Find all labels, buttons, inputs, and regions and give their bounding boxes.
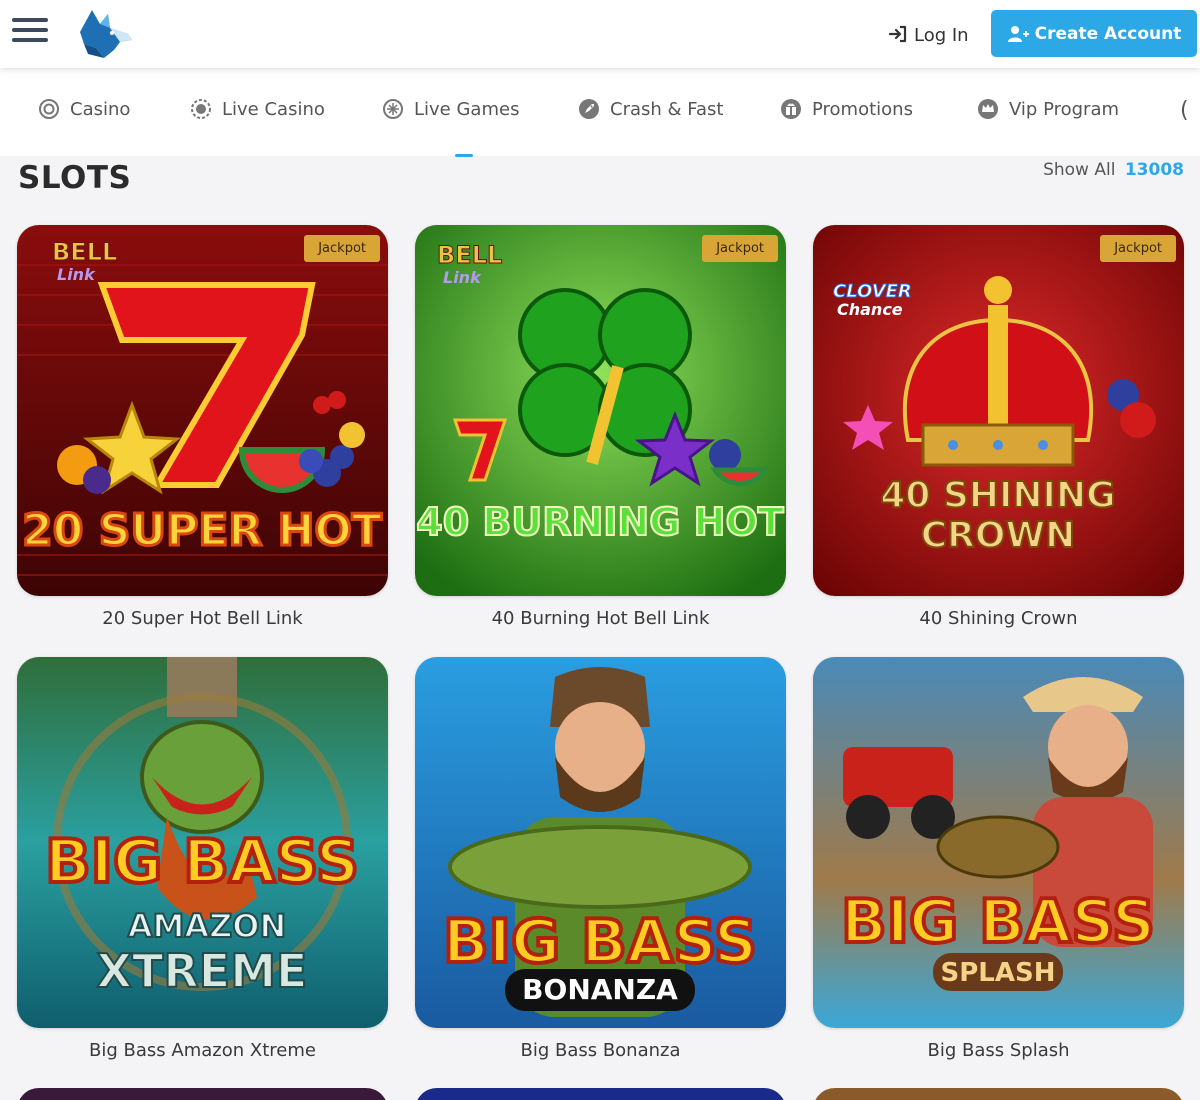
slot-art-fish-icon: BIG BASS AMAZON XTREME — [17, 657, 388, 1028]
game-thumbnail[interactable]: BELL Link 40 BURNING HOT Jackpot — [415, 225, 786, 596]
svg-text:BELL: BELL — [437, 241, 502, 269]
svg-text:BIG BASS: BIG BASS — [841, 887, 1155, 957]
svg-text:40 BURNING HOT: 40 BURNING HOT — [416, 500, 783, 544]
game-card[interactable]: BIG BASS SPLASH Big Bass Splash — [813, 657, 1184, 1061]
nav-item-casino[interactable]: Casino — [38, 98, 130, 120]
game-card[interactable]: BELL Link 40 BURNING HOT Jackpot 40 Burn… — [415, 225, 786, 629]
create-account-button[interactable]: Create Account — [991, 10, 1197, 57]
show-all-label: Show All — [1043, 160, 1116, 180]
jackpot-badge: Jackpot — [1100, 235, 1176, 262]
svg-text:BONANZA: BONANZA — [522, 973, 678, 1006]
svg-text:Link: Link — [443, 268, 482, 287]
login-button[interactable]: Log In — [888, 22, 969, 48]
svg-text:AMAZON: AMAZON — [128, 907, 287, 945]
nav-label: Live Casino — [222, 98, 325, 120]
show-all-count: 13008 — [1124, 160, 1184, 180]
game-card[interactable]: CLOVER Chance 40 SHINING CROWN Jackpot 4… — [813, 225, 1184, 629]
game-card-partial[interactable] — [813, 1088, 1184, 1100]
game-title: Big Bass Splash — [927, 1040, 1070, 1061]
svg-text:Link: Link — [57, 265, 96, 284]
top-header: Log In Create Account — [0, 0, 1200, 68]
nav-item-promotions[interactable]: Promotions — [780, 98, 913, 120]
slot-art-seven-icon: BELL Link 20 SUPER HOT — [17, 225, 388, 596]
category-nav: Casino Live Casino Live Games Crash & Fa… — [0, 68, 1200, 157]
game-card[interactable]: BIG BASS AMAZON XTREME Big Bass Amazon X… — [17, 657, 388, 1061]
login-label: Log In — [914, 24, 969, 46]
login-icon — [888, 25, 907, 43]
nav-label: Casino — [70, 98, 131, 120]
svg-text:CROWN: CROWN — [921, 515, 1076, 556]
game-thumbnail[interactable]: CLOVER Chance 40 SHINING CROWN Jackpot — [813, 225, 1184, 596]
nav-label: Live Games — [414, 98, 520, 120]
jackpot-badge: Jackpot — [304, 235, 380, 262]
game-card[interactable]: BIG BASS BONANZA Big Bass Bonanza — [415, 657, 786, 1061]
add-user-icon — [1007, 25, 1029, 42]
slot-art-clover-icon: BELL Link 40 BURNING HOT — [415, 225, 786, 596]
nav-label: Promotions — [812, 98, 913, 120]
svg-text:BELL: BELL — [52, 238, 117, 266]
svg-text:BIG BASS: BIG BASS — [443, 907, 757, 977]
game-card-partial[interactable] — [415, 1088, 786, 1100]
create-account-label: Create Account — [1034, 23, 1182, 44]
game-title: 40 Shining Crown — [919, 608, 1078, 629]
svg-text:XTREME: XTREME — [97, 944, 308, 998]
show-all-link[interactable]: Show All 13008 — [1043, 160, 1184, 180]
game-title: 20 Super Hot Bell Link — [102, 608, 303, 629]
slot-art-cowboy-icon: BIG BASS SPLASH — [813, 657, 1184, 1028]
crown-icon — [978, 99, 998, 119]
game-thumbnail[interactable]: BIG BASS BONANZA — [415, 657, 786, 1028]
section-title: SLOTS — [18, 160, 132, 196]
nav-label: Crash & Fast — [610, 98, 724, 120]
nav-item-vip-program[interactable]: Vip Program — [977, 98, 1119, 120]
game-title: Big Bass Bonanza — [520, 1040, 681, 1061]
nav-item-live-casino[interactable]: Live Casino — [190, 98, 325, 120]
casino-chip-icon — [39, 99, 59, 119]
gift-icon — [781, 99, 801, 119]
nav-active-indicator — [455, 154, 473, 157]
slot-art-crown-icon: CLOVER Chance 40 SHINING CROWN — [813, 225, 1184, 596]
svg-text:BIG BASS: BIG BASS — [45, 827, 359, 897]
svg-text:SPLASH: SPLASH — [941, 958, 1056, 988]
jackpot-badge: Jackpot — [702, 235, 778, 262]
wolf-logo-icon[interactable] — [74, 4, 138, 62]
game-title: Big Bass Amazon Xtreme — [89, 1040, 316, 1061]
live-casino-icon — [191, 99, 211, 119]
game-card-partial[interactable] — [17, 1088, 388, 1100]
nav-item-live-games[interactable]: Live Games — [382, 98, 519, 120]
game-thumbnail[interactable]: BELL Link 20 SUPER HOT Jackpot — [17, 225, 388, 596]
nav-item-crash-fast[interactable]: Crash & Fast — [578, 98, 723, 120]
game-thumbnail[interactable]: BIG BASS SPLASH — [813, 657, 1184, 1028]
svg-text:Chance: Chance — [837, 300, 903, 319]
svg-text:CLOVER: CLOVER — [833, 281, 912, 302]
nav-overflow-indicator[interactable]: ( — [1180, 98, 1189, 123]
svg-text:40 SHINING: 40 SHINING — [880, 475, 1115, 516]
svg-text:20 SUPER HOT: 20 SUPER HOT — [22, 505, 382, 556]
game-card[interactable]: BELL Link 20 SUPER HOT Jackpot 20 Super … — [17, 225, 388, 629]
slot-art-fisherman-icon: BIG BASS BONANZA — [415, 657, 786, 1028]
hamburger-menu-icon[interactable] — [12, 18, 48, 46]
live-games-icon — [383, 99, 403, 119]
rocket-icon — [579, 99, 599, 119]
game-title: 40 Burning Hot Bell Link — [491, 608, 710, 629]
nav-label: Vip Program — [1009, 98, 1120, 120]
game-thumbnail[interactable]: BIG BASS AMAZON XTREME — [17, 657, 388, 1028]
